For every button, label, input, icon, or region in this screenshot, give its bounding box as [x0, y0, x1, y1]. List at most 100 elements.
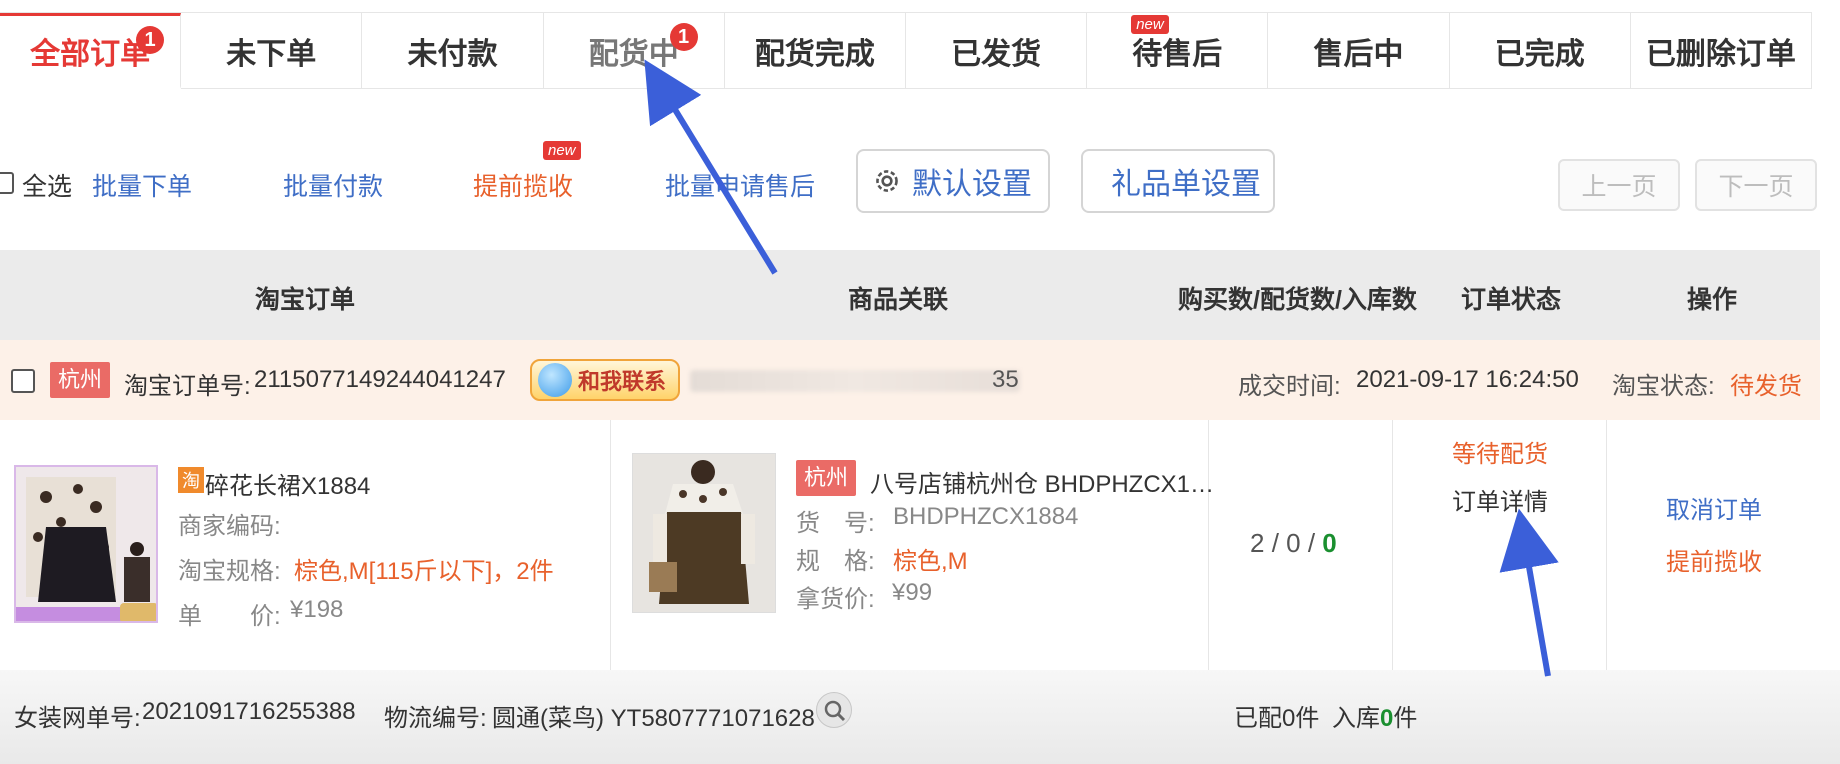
- taobao-status-label: 淘宝状态:: [1612, 373, 1715, 400]
- column-header-actions: 操作: [1687, 286, 1738, 314]
- order-number: 2115077149244041247: [254, 366, 506, 393]
- contact-me-label: 和我联系: [578, 369, 667, 394]
- taobao-logo-icon: 淘: [178, 467, 204, 493]
- logistics-label: 物流编号:: [384, 705, 487, 732]
- gift-settings-button[interactable]: 礼品单设置: [1081, 149, 1275, 213]
- default-settings-label: 默认设置: [912, 168, 1032, 201]
- stocked-label: 入库: [1332, 705, 1380, 732]
- separator: /: [1300, 528, 1323, 558]
- cancel-order-link[interactable]: 取消订单: [1666, 490, 1762, 525]
- allocated-count: 0: [1286, 528, 1301, 558]
- order-checkbox[interactable]: [11, 369, 35, 393]
- tab-label: 配货完成: [754, 37, 875, 71]
- order-status-waiting: 等待配货: [1452, 441, 1548, 468]
- batch-aftersale-link[interactable]: 批量申请售后: [665, 167, 815, 203]
- early-pickup-action-link[interactable]: 提前揽收: [1666, 542, 1762, 577]
- taobao-status: 待发货: [1730, 373, 1802, 400]
- order-details-link[interactable]: 订单详情: [1452, 482, 1548, 517]
- tab-label: 全部订单: [30, 38, 151, 71]
- linked-product-title[interactable]: 八号店铺杭州仓 BHDPHZCX1…: [870, 464, 1214, 499]
- masked-text-suffix: 35: [992, 366, 1019, 393]
- order-footer-bar: 女装网单号: 2021091716255388 物流编号: 圆通(菜鸟) YT5…: [0, 670, 1840, 764]
- allocated-summary: 已配0件: [1234, 698, 1319, 733]
- tab-label: 已发货: [951, 37, 1042, 71]
- order-detail-row: 淘 碎花长裙X1884 商家编码: 淘宝规格: 棕色,M[115斤以下]，2件 …: [0, 420, 1820, 764]
- tab-label: 已完成: [1494, 37, 1585, 71]
- stocked-footer-count: 0: [1380, 705, 1394, 732]
- logistics-number: 圆通(菜鸟) YT5807771071628: [492, 705, 815, 732]
- select-all-checkbox[interactable]: [0, 172, 14, 194]
- tab-label: 售后中: [1313, 37, 1404, 71]
- order-number-label: 淘宝订单号:: [124, 373, 251, 400]
- contact-me-button[interactable]: 和我联系: [530, 359, 680, 401]
- tab-completed[interactable]: 已完成: [1449, 13, 1631, 89]
- column-header-product-link: 商品关联: [848, 286, 949, 314]
- tab-label: 未付款: [407, 37, 498, 71]
- taobao-product-image[interactable]: [14, 465, 158, 623]
- batch-toolbar: 全选 批量下单 批量付款 new 提前揽收 批量申请售后 默认设置 礼品单设置 …: [0, 141, 1840, 225]
- tab-allocation-done[interactable]: 配货完成: [724, 13, 907, 89]
- stocked-summary: 入库0件: [1332, 698, 1417, 733]
- tab-label: 配货中: [588, 37, 679, 71]
- tab-pending-aftersale[interactable]: new 待售后: [1087, 13, 1269, 89]
- select-all-label[interactable]: 全选: [22, 167, 72, 203]
- taobao-spec-label: 淘宝规格:: [178, 558, 281, 585]
- sku-label: 货 号:: [796, 510, 875, 537]
- spec-label: 规 格:: [796, 548, 875, 575]
- merchant-code-label: 商家编码:: [178, 513, 281, 540]
- order-summary-bar: 杭州 淘宝订单号: 2115077149244041247 和我联系 35 成交…: [0, 340, 1820, 420]
- separator: /: [1264, 528, 1287, 558]
- prev-page-button[interactable]: 上一页: [1558, 159, 1680, 211]
- next-page-button[interactable]: 下一页: [1695, 159, 1817, 211]
- order-status-tabs: 全部订单 1 未下单 未付款 配货中 1 配货完成 已发货 new 待售后 售后…: [0, 12, 1813, 89]
- internal-order-label: 女装网单号:: [14, 705, 141, 732]
- masked-text: [690, 370, 1020, 392]
- deal-time: 2021-09-17 16:24:50: [1356, 366, 1579, 393]
- unit-price: ¥198: [290, 596, 344, 623]
- cost-value: ¥99: [892, 579, 933, 606]
- allocated-unit: 件: [1295, 705, 1320, 732]
- tab-shipped[interactable]: 已发货: [906, 13, 1088, 89]
- tab-label: 待售后: [1132, 37, 1223, 71]
- spec-value: 棕色,M: [893, 548, 968, 575]
- taobao-spec-value: 棕色,M[115斤以下]，2件: [294, 558, 554, 585]
- tab-not-ordered[interactable]: 未下单: [181, 13, 363, 89]
- allocated-label: 已配: [1234, 705, 1282, 732]
- search-icon[interactable]: [816, 692, 852, 728]
- stocked-count: 0: [1322, 528, 1337, 558]
- gear-icon: [876, 170, 898, 192]
- sku-value: BHDPHZCX1884: [893, 503, 1079, 530]
- internal-order-number: 2021091716255388: [142, 698, 356, 725]
- batch-order-link[interactable]: 批量下单: [92, 167, 192, 203]
- city-tag: 杭州: [50, 362, 111, 398]
- chat-avatar-icon: [538, 363, 572, 397]
- quantity-summary: 2 / 0 / 0: [1250, 528, 1337, 559]
- stocked-unit: 件: [1393, 705, 1418, 732]
- notification-badge: 1: [136, 26, 164, 54]
- linked-city-tag: 杭州: [796, 460, 857, 496]
- bought-count: 2: [1250, 528, 1265, 558]
- tab-deleted-orders[interactable]: 已删除订单: [1630, 13, 1813, 89]
- tab-unpaid[interactable]: 未付款: [362, 13, 544, 89]
- tab-in-aftersale[interactable]: 售后中: [1268, 13, 1450, 89]
- deal-time-label: 成交时间:: [1238, 373, 1341, 400]
- allocated-footer-count: 0: [1282, 705, 1296, 732]
- tab-label: 已删除订单: [1645, 37, 1796, 71]
- column-header-status: 订单状态: [1461, 286, 1562, 314]
- tab-allocating[interactable]: 配货中 1: [543, 13, 725, 89]
- orders-table-header: 淘宝订单 商品关联 购买数/配货数/入库数 订单状态 操作: [0, 250, 1820, 340]
- batch-pay-link[interactable]: 批量付款: [283, 167, 383, 203]
- column-header-taobao-order: 淘宝订单: [255, 286, 356, 314]
- new-tag: new: [1131, 15, 1169, 34]
- default-settings-button[interactable]: 默认设置: [856, 149, 1050, 213]
- notification-badge: 1: [669, 23, 698, 51]
- taobao-item-title[interactable]: 碎花长裙X1884: [205, 466, 370, 501]
- column-header-quantities: 购买数/配货数/入库数: [1178, 286, 1417, 314]
- gift-settings-label: 礼品单设置: [1111, 168, 1261, 201]
- tab-label: 未下单: [226, 37, 317, 71]
- unit-price-label: 单 价:: [178, 603, 281, 630]
- linked-product-image[interactable]: [632, 453, 776, 613]
- new-tag: new: [543, 141, 581, 160]
- tab-all-orders[interactable]: 全部订单 1: [0, 13, 182, 89]
- early-pickup-link[interactable]: 提前揽收: [473, 167, 573, 203]
